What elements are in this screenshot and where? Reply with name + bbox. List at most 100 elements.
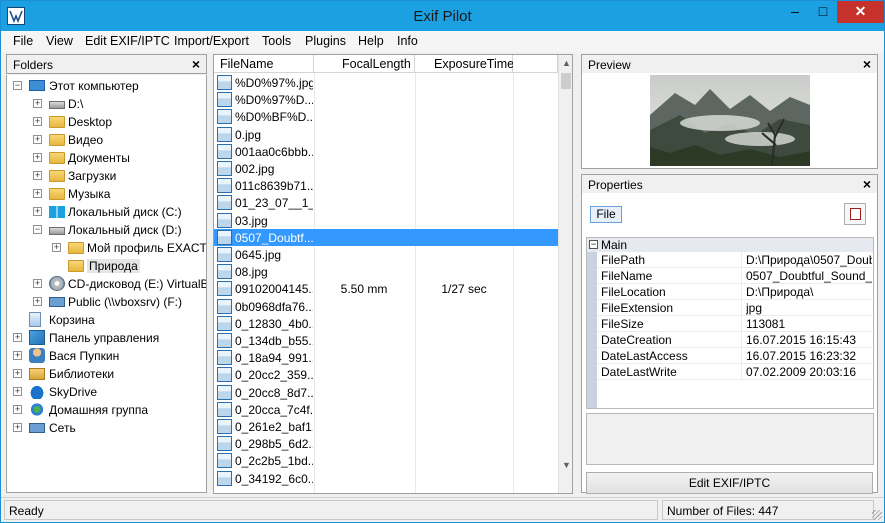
expand-icon[interactable]: +	[13, 405, 22, 414]
minimize-button[interactable]: –	[781, 1, 809, 23]
property-row[interactable]: DateLastAccess 16.07.2015 16:23:32	[597, 348, 873, 364]
expand-icon[interactable]: +	[33, 117, 42, 126]
categorize-button[interactable]	[844, 203, 866, 225]
expand-icon[interactable]: +	[13, 423, 22, 432]
tree-item-public-f[interactable]: + Public (\\vboxsrv) (F:)	[7, 293, 206, 311]
expand-icon[interactable]: +	[33, 171, 42, 180]
file-row[interactable]: 011c8639b71...	[214, 177, 558, 194]
file-row[interactable]: 0645.jpg	[214, 246, 558, 263]
folder-tree[interactable]: − Этот компьютер + D:\ + Desktop + Видео…	[6, 75, 207, 493]
edit-exif-iptc-button[interactable]: Edit EXIF/IPTC	[586, 472, 873, 494]
property-grid[interactable]: − Main FilePath D:\Природа\0507_Doub FileN…	[586, 237, 874, 409]
menu-tools[interactable]: Tools	[262, 34, 291, 48]
expand-icon[interactable]: +	[33, 189, 42, 198]
file-row[interactable]: 0_261e2_baf1...	[214, 418, 558, 435]
property-row[interactable]: FilePath D:\Природа\0507_Doub	[597, 252, 873, 268]
menu-view[interactable]: View	[46, 34, 73, 48]
property-category-main[interactable]: − Main	[587, 238, 873, 252]
properties-close-icon[interactable]: ×	[863, 176, 871, 192]
file-row[interactable]: 0_20cca_7c4f...	[214, 401, 558, 418]
tree-item-documents[interactable]: + Документы	[7, 149, 206, 167]
tree-item-homegroup[interactable]: + Домашняя группа	[7, 401, 206, 419]
menu-help[interactable]: Help	[358, 34, 384, 48]
scrollbar-thumb[interactable]	[561, 73, 571, 89]
tree-item-my-profile[interactable]: + Мой профиль EXACT	[7, 239, 206, 257]
tree-item-user[interactable]: + Вася Пупкин	[7, 347, 206, 365]
property-row[interactable]: FileExtension jpg	[597, 300, 873, 316]
file-row[interactable]: %D0%97%.jpg	[214, 74, 558, 91]
maximize-button[interactable]: □	[809, 1, 837, 23]
menu-plugins[interactable]: Plugins	[305, 34, 346, 48]
resize-grip[interactable]	[872, 510, 882, 520]
column-focal-length[interactable]: FocalLength	[314, 55, 415, 73]
scroll-down-icon[interactable]: ▼	[559, 457, 572, 473]
tree-item-d-root[interactable]: + D:\	[7, 95, 206, 113]
collapse-icon[interactable]: −	[13, 81, 22, 90]
collapse-icon[interactable]: −	[589, 240, 598, 249]
tree-item-desktop[interactable]: + Desktop	[7, 113, 206, 131]
file-row[interactable]: 0_134db_b55...	[214, 332, 558, 349]
title-bar[interactable]: Exif Pilot – □ ✕	[1, 1, 884, 31]
file-list[interactable]: FileName FocalLength ExposureTime %D0%97…	[213, 54, 573, 494]
file-row[interactable]: 09102004145... 5.50 mm 1/27 sec	[214, 280, 558, 297]
tree-item-drive-d[interactable]: − Локальный диск (D:)	[7, 221, 206, 239]
file-row[interactable]: 0.jpg	[214, 126, 558, 143]
property-row[interactable]: FileSize 113081	[597, 316, 873, 332]
tree-item-libraries[interactable]: + Библиотеки	[7, 365, 206, 383]
tree-item-cd-drive[interactable]: + CD-дисковод (E:) VirtualB	[7, 275, 206, 293]
column-filename[interactable]: FileName	[214, 55, 314, 73]
property-row[interactable]: DateCreation 16.07.2015 16:15:43	[597, 332, 873, 348]
expand-icon[interactable]: +	[33, 297, 42, 306]
tree-item-control-panel[interactable]: + Панель управления	[7, 329, 206, 347]
expand-icon[interactable]: +	[33, 279, 42, 288]
file-row[interactable]: 0_2c2b5_1bd...	[214, 452, 558, 469]
folders-close-icon[interactable]: ×	[192, 56, 200, 72]
file-row[interactable]: 01_23_07__1_...	[214, 194, 558, 211]
menu-file[interactable]: File	[13, 34, 33, 48]
expand-icon[interactable]: +	[33, 135, 42, 144]
tab-file[interactable]: File	[590, 206, 622, 223]
tree-item-this-computer[interactable]: − Этот компьютер	[7, 77, 206, 95]
menu-edit-exif[interactable]: Edit EXIF/IPTC	[85, 34, 170, 48]
menu-info[interactable]: Info	[397, 34, 418, 48]
property-row[interactable]: FileName 0507_Doubtful_Sound_n...	[597, 268, 873, 284]
file-row[interactable]: 03.jpg	[214, 212, 558, 229]
expand-icon[interactable]: +	[13, 351, 22, 360]
file-row[interactable]: 0_12830_4b0...	[214, 315, 558, 332]
expand-icon[interactable]: +	[33, 207, 42, 216]
tree-item-downloads[interactable]: + Загрузки	[7, 167, 206, 185]
tree-item-priroda[interactable]: Природа	[7, 257, 206, 275]
expand-icon[interactable]: +	[13, 369, 22, 378]
expand-icon[interactable]: +	[33, 153, 42, 162]
property-row[interactable]: FileLocation D:\Природа\	[597, 284, 873, 300]
tree-item-skydrive[interactable]: + SkyDrive	[7, 383, 206, 401]
file-row[interactable]: 0_298b5_6d2...	[214, 435, 558, 452]
file-row[interactable]: %D0%BF%D...	[214, 108, 558, 125]
file-row[interactable]: 08.jpg	[214, 263, 558, 280]
file-row[interactable]: 0b0968dfa76...	[214, 298, 558, 315]
file-row[interactable]: %D0%97%D...	[214, 91, 558, 108]
close-button[interactable]: ✕	[837, 1, 884, 23]
scroll-up-icon[interactable]: ▲	[559, 55, 572, 71]
file-list-scrollbar[interactable]: ▲ ▼	[558, 55, 572, 493]
expand-icon[interactable]: +	[13, 387, 22, 396]
file-row[interactable]: 0_20cc8_8d7...	[214, 384, 558, 401]
tree-item-network[interactable]: + Сеть	[7, 419, 206, 437]
tree-item-drive-c[interactable]: + Локальный диск (C:)	[7, 203, 206, 221]
column-exposure-time[interactable]: ExposureTime	[415, 55, 514, 73]
tree-item-recycle-bin[interactable]: Корзина	[7, 311, 206, 329]
tree-item-music[interactable]: + Музыка	[7, 185, 206, 203]
expand-icon[interactable]: +	[13, 333, 22, 342]
file-row[interactable]: 0_18a94_991...	[214, 349, 558, 366]
file-row[interactable]: 002.jpg	[214, 160, 558, 177]
tree-item-video[interactable]: + Видео	[7, 131, 206, 149]
file-row[interactable]: 0_20cc2_359...	[214, 366, 558, 383]
expand-icon[interactable]: +	[33, 99, 42, 108]
file-row[interactable]: 001aa0c6bbb...	[214, 143, 558, 160]
file-row[interactable]: 0507_Doubtf...	[214, 228, 558, 246]
menu-import-export[interactable]: Import/Export	[174, 34, 249, 48]
property-row[interactable]: DateLastWrite 07.02.2009 20:03:16	[597, 364, 873, 380]
expand-icon[interactable]: +	[52, 243, 61, 252]
preview-close-icon[interactable]: ×	[863, 56, 871, 72]
collapse-icon[interactable]: −	[33, 225, 42, 234]
